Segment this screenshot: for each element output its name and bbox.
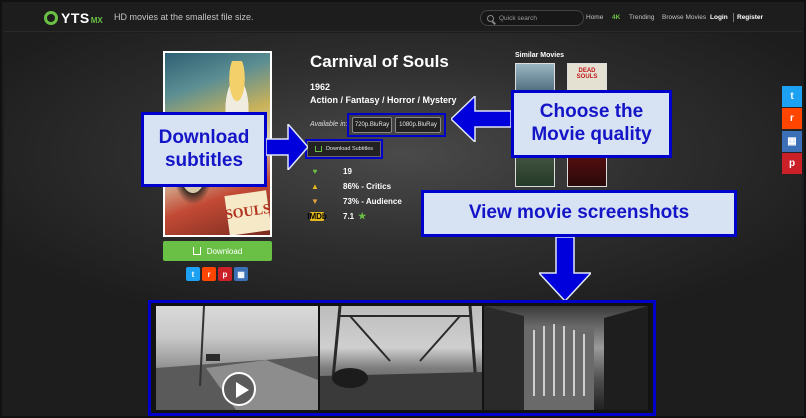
audience-stat: ▼ 73% - Audience — [310, 196, 402, 206]
nav-home[interactable]: Home — [586, 14, 603, 21]
imdb-icon: IMDb — [307, 211, 327, 221]
download-label: Download — [206, 246, 243, 256]
likes-stat: ♥ 19 — [310, 166, 352, 176]
screenshot-2[interactable] — [320, 306, 482, 410]
movie-genres: Action / Fantasy / Horror / Mystery — [310, 95, 457, 105]
share-more-icon[interactable]: ▦ — [234, 267, 248, 281]
download-icon — [192, 247, 201, 255]
share-pinterest-icon[interactable]: p — [218, 267, 232, 281]
nav-4k[interactable]: 4K — [612, 14, 620, 21]
available-in-label: Available in: — [310, 121, 348, 128]
poster-title-art: SOULS — [224, 190, 270, 235]
search-icon — [487, 14, 494, 22]
nav-browse-movies[interactable]: Browse Movies — [662, 14, 706, 21]
site-logo[interactable]: YTS MX — [44, 9, 103, 27]
search-placeholder: Quick search — [499, 14, 537, 22]
likes-count: 19 — [343, 166, 352, 176]
heart-icon: ♥ — [312, 166, 318, 176]
logo-text: YTS — [61, 10, 90, 26]
side-reddit-icon[interactable]: r — [782, 108, 802, 129]
play-video-button[interactable] — [222, 372, 256, 406]
nav-login[interactable]: Login — [710, 14, 728, 21]
movie-title: Carnival of Souls — [310, 52, 449, 71]
nav-trending[interactable]: Trending — [629, 14, 654, 21]
subtitles-highlight-box — [305, 139, 383, 159]
arrow-right-icon — [266, 124, 308, 170]
tomato-critics-icon: ▲ — [311, 181, 319, 191]
side-twitter-icon[interactable]: t — [782, 86, 802, 107]
audience-score: 73% - Audience — [343, 196, 402, 206]
share-reddit-icon[interactable]: r — [202, 267, 216, 281]
popcorn-audience-icon: ▼ — [311, 196, 319, 206]
nav-separator — [733, 13, 734, 22]
top-navigation-bar: YTS MX HD movies at the smallest file si… — [4, 4, 802, 32]
logo-suffix: MX — [90, 16, 103, 25]
side-more-icon[interactable]: ▦ — [782, 131, 802, 152]
nav-register[interactable]: Register — [737, 14, 763, 21]
movie-hero-background — [4, 33, 802, 303]
movie-year: 1962 — [310, 82, 331, 92]
arrow-left-icon — [451, 96, 511, 142]
imdb-stat: IMDb 7.1 ★ — [307, 210, 367, 221]
site-tagline: HD movies at the smallest file size. — [114, 12, 254, 22]
share-twitter-icon[interactable]: t — [186, 267, 200, 281]
star-icon: ★ — [358, 210, 367, 221]
critics-stat: ▲ 86% - Critics — [310, 181, 391, 191]
imdb-rating: 7.1 — [343, 211, 355, 221]
side-pinterest-icon[interactable]: p — [782, 153, 802, 174]
annotation-view-screenshots: View movie screenshots — [421, 190, 737, 237]
quick-search-input[interactable]: Quick search — [480, 10, 584, 26]
annotation-choose-quality: Choose the Movie quality — [511, 90, 672, 158]
critics-score: 86% - Critics — [343, 181, 392, 191]
quality-highlight-box — [347, 113, 446, 137]
screenshot-3[interactable] — [484, 306, 648, 410]
similar-movies-heading: Similar Movies — [515, 52, 565, 59]
arrow-down-icon — [539, 237, 591, 301]
logo-ring-icon — [44, 11, 58, 25]
download-button[interactable]: Download — [163, 241, 272, 261]
annotation-download-subtitles: Download subtitles — [141, 112, 267, 187]
